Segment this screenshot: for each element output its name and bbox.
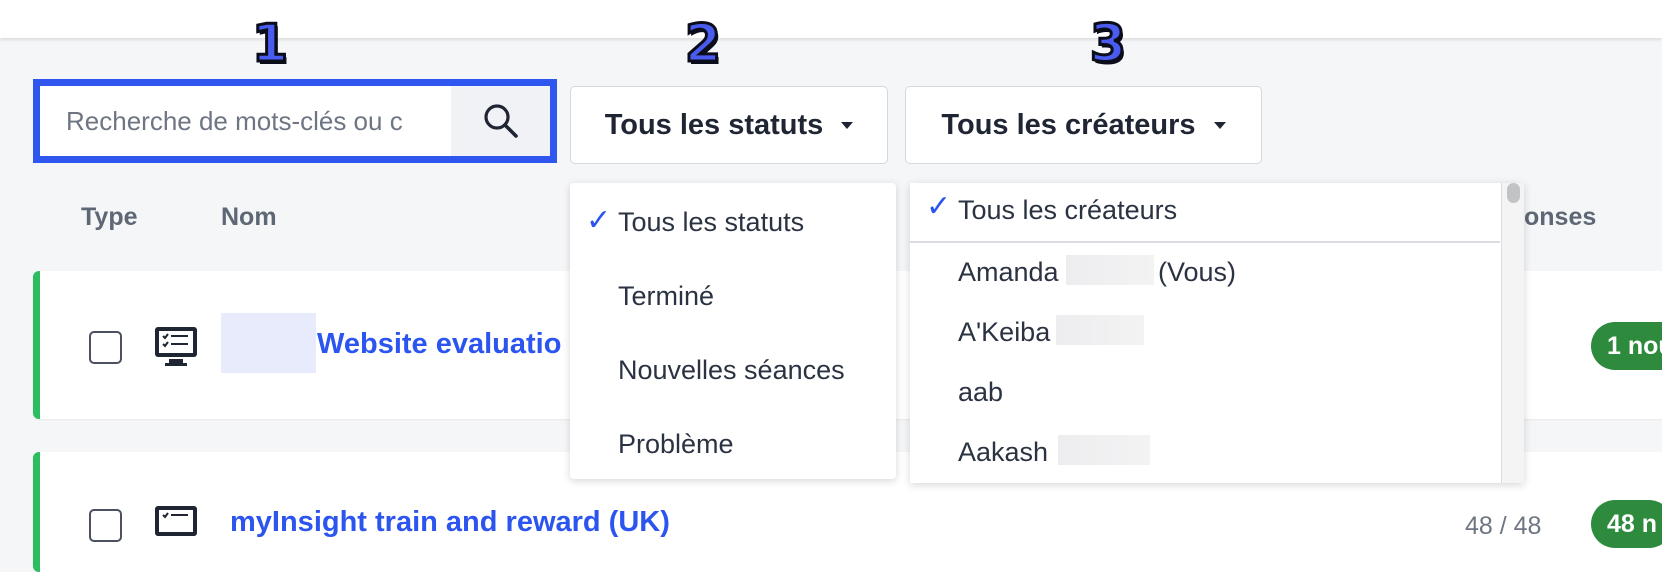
menu-scrollbar[interactable] [1501, 183, 1524, 483]
status-badge: 48 n [1591, 500, 1662, 548]
status-option-completed[interactable]: Terminé [570, 277, 896, 325]
annotation-number-1: 1 [250, 13, 289, 76]
redacted-area [221, 313, 316, 373]
search-box [33, 79, 557, 163]
row-name-link[interactable]: Website evaluatio [317, 328, 561, 361]
survey-monitor-icon [155, 506, 197, 536]
row-name-link[interactable]: myInsight train and reward (UK) [230, 506, 670, 539]
creator-option[interactable]: aab [910, 373, 1524, 417]
status-option-problem[interactable]: Problème [570, 425, 896, 473]
caret-down-icon [841, 121, 854, 129]
creator-filter-dropdown[interactable]: Tous les créateurs [905, 86, 1262, 164]
search-icon [483, 104, 518, 138]
creator-option[interactable]: Amanda (Vous) [910, 253, 1524, 297]
scrollbar-thumb[interactable] [1507, 183, 1520, 203]
annotation-number-3: 3 [1088, 13, 1127, 76]
creator-option[interactable]: A'Keiba [910, 313, 1524, 357]
status-badge: 1 nou [1591, 322, 1662, 370]
response-count: 48 / 48 [1465, 512, 1542, 540]
column-header-type: Type [81, 203, 138, 231]
redacted-area [1058, 435, 1150, 465]
checkmark-icon: ✓ [586, 204, 612, 237]
column-header-responses: onses [1524, 203, 1597, 231]
status-filter-dropdown[interactable]: Tous les statuts [570, 86, 888, 164]
creator-filter-label: Tous les créateurs [941, 108, 1196, 141]
annotation-number-2: 2 [683, 13, 722, 76]
search-input[interactable] [40, 86, 451, 156]
caret-down-icon [1213, 121, 1226, 129]
redacted-area [1066, 255, 1154, 285]
creator-option[interactable]: Aakash [910, 433, 1524, 477]
row-checkbox[interactable] [89, 331, 122, 364]
creator-option-all[interactable]: ✓ Tous les créateurs [910, 190, 1524, 235]
redacted-area [1056, 315, 1144, 345]
checkmark-icon: ✓ [926, 190, 952, 223]
column-header-name: Nom [221, 203, 277, 231]
search-button[interactable] [451, 86, 550, 156]
status-option-new-sessions[interactable]: Nouvelles séances [570, 351, 896, 399]
survey-monitor-icon [155, 327, 197, 366]
status-dropdown-menu: ✓ Tous les statuts Terminé Nouvelles séa… [570, 183, 896, 479]
status-filter-label: Tous les statuts [604, 108, 824, 141]
menu-divider [910, 241, 1500, 243]
status-option-all[interactable]: ✓ Tous les statuts [570, 203, 896, 251]
creator-dropdown-menu: ✓ Tous les créateurs Amanda (Vous) A'Kei… [910, 183, 1524, 483]
